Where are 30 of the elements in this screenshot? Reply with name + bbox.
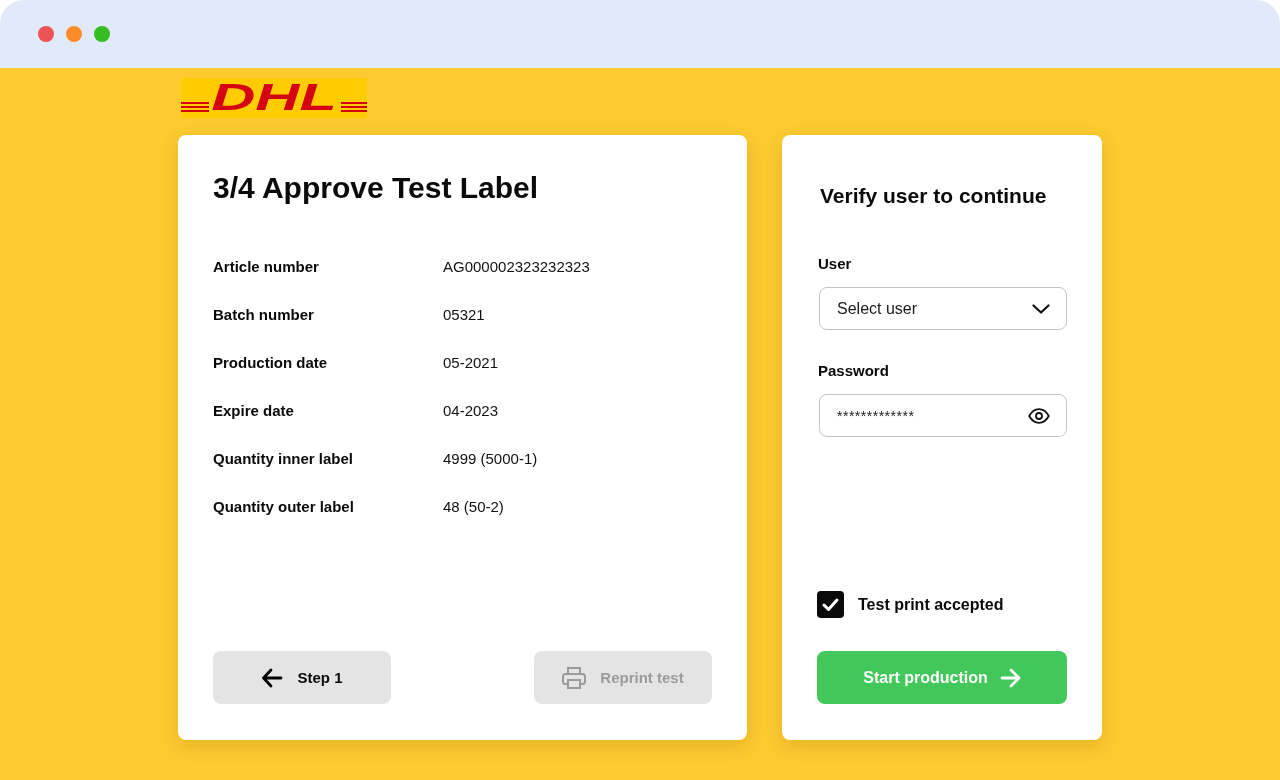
field-value: 05-2021 — [443, 353, 499, 371]
field-label: Quantity outer label — [213, 497, 354, 515]
logo: DHL — [181, 78, 367, 118]
arrow-right-icon — [999, 667, 1021, 688]
back-button[interactable]: Step 1 — [213, 651, 391, 704]
chevron-down-icon — [1032, 303, 1050, 314]
field-value: 04-2023 — [443, 401, 499, 419]
field-label: Production date — [213, 353, 328, 371]
arrow-left-icon — [261, 667, 284, 688]
checkbox[interactable] — [817, 591, 844, 618]
field-value: AG000002323232323 — [443, 257, 590, 275]
eye-icon[interactable] — [1028, 407, 1050, 424]
printer-icon — [562, 666, 587, 689]
field-value: 05321 — [443, 305, 485, 323]
field-value: 4999 (5000-1) — [443, 449, 538, 467]
field-label: Quantity inner label — [213, 449, 354, 467]
window-control-icon[interactable] — [94, 26, 110, 42]
window-control-icon[interactable] — [66, 26, 82, 42]
field-label: Article number — [213, 257, 319, 275]
window-control-icon[interactable] — [38, 26, 54, 42]
user-select[interactable]: Select user — [819, 287, 1067, 330]
field-value: 48 (50-2) — [443, 497, 504, 515]
field-label: Password — [817, 362, 889, 380]
card-title: Verify user to continue — [819, 183, 1047, 209]
password-field[interactable]: ************* — [819, 394, 1067, 437]
card-title: 3/4 Approve Test Label — [213, 170, 539, 206]
field-label: User — [817, 255, 852, 273]
field-label: Expire date — [213, 401, 294, 419]
checkbox-label: Test print accepted — [858, 595, 1004, 614]
field-label: Batch number — [213, 305, 314, 323]
